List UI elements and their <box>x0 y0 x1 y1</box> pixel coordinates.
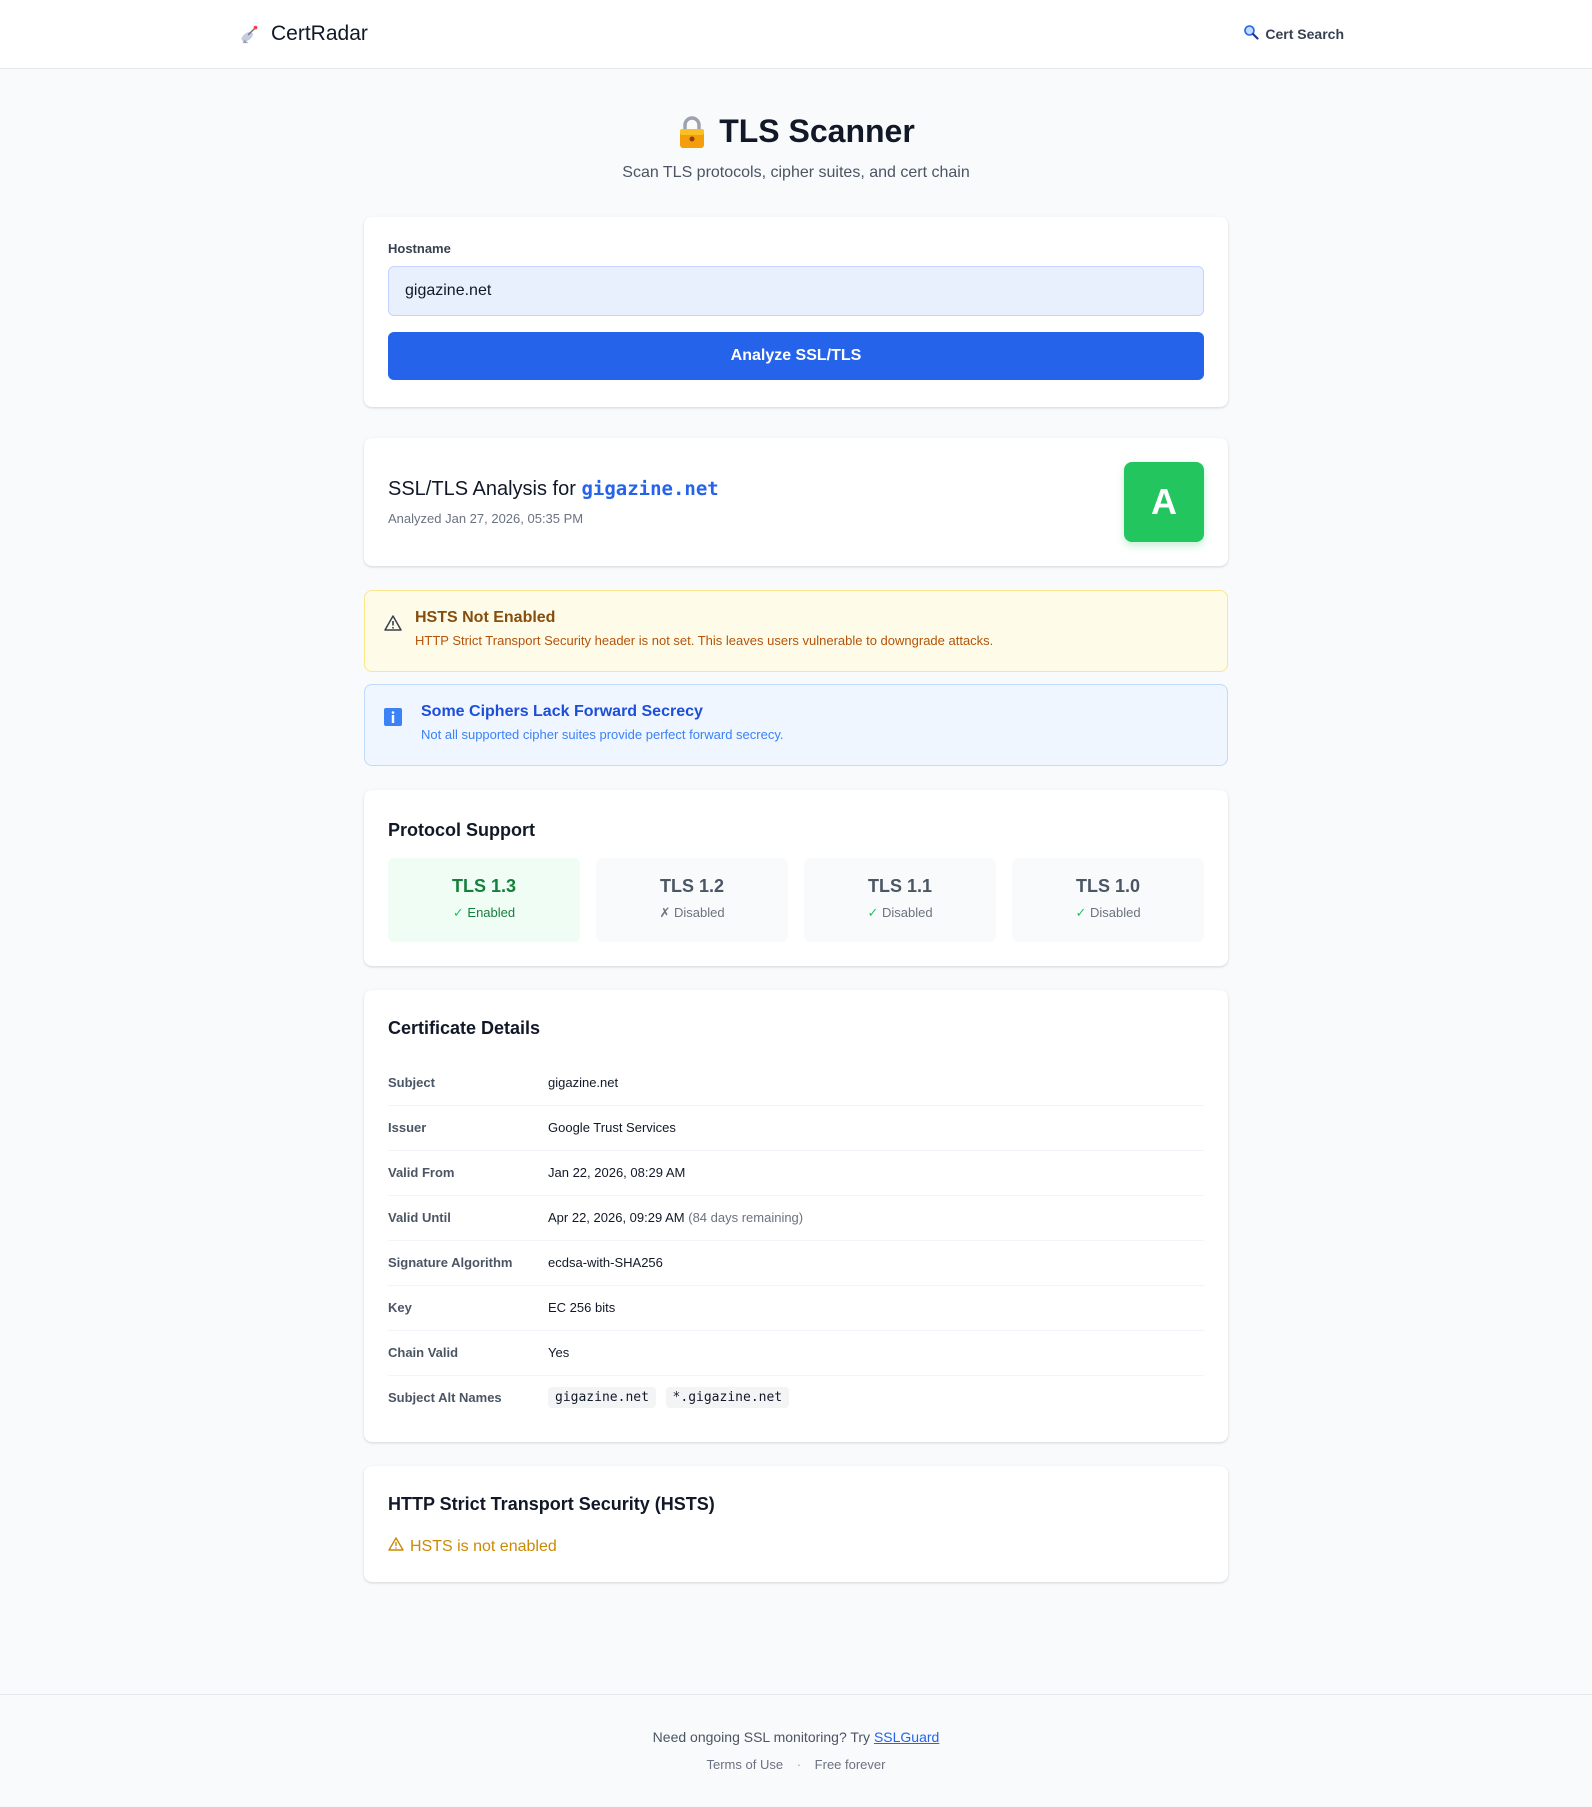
magnifier-icon <box>1243 24 1260 43</box>
hsts-card: HTTP Strict Transport Security (HSTS) HS… <box>364 1466 1228 1582</box>
cert-issuer-value: Google Trust Services <box>548 1105 1204 1151</box>
alert-title: Some Ciphers Lack Forward Secrecy <box>421 703 703 720</box>
cert-key-value: EC 256 bits <box>548 1285 1204 1331</box>
protocol-status-text: Enabled <box>467 905 516 920</box>
protocol-status: ✗ Disabled <box>596 905 788 921</box>
cert-field-label: Subject Alt Names <box>388 1390 502 1406</box>
cert-field-label: Signature Algorithm <box>388 1240 548 1286</box>
cert-subject-value: gigazine.net <box>548 1060 1204 1106</box>
cert-field-label: Issuer <box>388 1105 548 1151</box>
protocol-tls13: TLS 1.3 ✓ Enabled <box>388 858 580 942</box>
footer-promo: Need ongoing SSL monitoring? Try SSLGuar… <box>0 1729 1592 1745</box>
brand-name: CertRadar <box>271 22 368 45</box>
protocol-tls11: TLS 1.1 ✓ Disabled <box>804 858 996 942</box>
hsts-status: HSTS is not enabled <box>388 1536 557 1557</box>
check-icon: ✓ <box>1075 905 1087 920</box>
table-row: Valid Until Apr 22, 2026, 09:29 AM (84 d… <box>388 1195 1204 1241</box>
analysis-timestamp: Analyzed Jan 27, 2026, 05:35 PM <box>388 511 584 526</box>
hostname-label: Hostname <box>388 241 451 256</box>
protocol-tls10: TLS 1.0 ✓ Disabled <box>1012 858 1204 942</box>
certificate-details-table: Subject gigazine.net Issuer Google Trust… <box>388 1060 1204 1420</box>
cert-sans-cell: gigazine.net *.gigazine.net <box>548 1375 1204 1420</box>
san-chip: gigazine.net <box>548 1387 656 1409</box>
protocol-name: TLS 1.3 <box>451 876 517 896</box>
cert-valid-until-cell: Apr 22, 2026, 09:29 AM (84 days remainin… <box>548 1195 1204 1241</box>
cert-field-label: Chain Valid <box>388 1330 548 1376</box>
hsts-status-text: HSTS is not enabled <box>410 1537 557 1555</box>
footer-separator: · <box>796 1757 802 1772</box>
days-remaining-note: (84 days remaining) <box>688 1210 804 1225</box>
lock-icon <box>677 115 707 149</box>
forward-secrecy-info-alert: Some Ciphers Lack Forward Secrecy Not al… <box>364 684 1228 766</box>
cert-chain-valid-value: Yes <box>548 1330 1204 1376</box>
page-title-text: TLS Scanner <box>719 113 915 149</box>
nav-cert-search-link[interactable]: Cert Search <box>1243 24 1344 43</box>
table-row: Valid From Jan 22, 2026, 08:29 AM <box>388 1150 1204 1196</box>
table-row: Signature Algorithm ecdsa-with-SHA256 <box>388 1240 1204 1286</box>
nav-cert-search-label: Cert Search <box>1265 25 1344 42</box>
analysis-summary-card: SSL/TLS Analysis for gigazine.net Analyz… <box>364 438 1228 566</box>
protocol-support-title: Protocol Support <box>388 820 535 840</box>
check-icon: ✓ <box>867 905 879 920</box>
certificate-details-card: Certificate Details Subject gigazine.net… <box>364 990 1228 1442</box>
check-icon: ✓ <box>452 905 464 920</box>
cert-field-label: Valid From <box>388 1150 548 1196</box>
table-row: Subject Alt Names gigazine.net *.gigazin… <box>388 1375 1204 1420</box>
alert-title: HSTS Not Enabled <box>415 609 556 626</box>
scan-form-card: Hostname Analyze SSL/TLS <box>364 217 1228 407</box>
protocol-status: ✓ Disabled <box>804 905 996 921</box>
analysis-title-prefix: SSL/TLS Analysis for <box>388 478 576 500</box>
hostname-input[interactable] <box>388 266 1204 316</box>
page-footer: Need ongoing SSL monitoring? Try SSLGuar… <box>0 1694 1592 1807</box>
cert-valid-from-value: Jan 22, 2026, 08:29 AM <box>548 1150 1204 1196</box>
info-icon <box>383 707 403 727</box>
table-row: Subject gigazine.net <box>388 1060 1204 1106</box>
page-subtitle: Scan TLS protocols, cipher suites, and c… <box>622 163 970 181</box>
table-row: Chain Valid Yes <box>388 1330 1204 1376</box>
free-forever-text: Free forever <box>814 1757 886 1772</box>
analyze-button[interactable]: Analyze SSL/TLS <box>388 332 1204 380</box>
certificate-details-title: Certificate Details <box>388 1018 541 1038</box>
satellite-dish-icon <box>239 23 261 45</box>
protocol-support-card: Protocol Support TLS 1.3 ✓ Enabled TLS 1… <box>364 790 1228 966</box>
page-hero: TLS Scanner Scan TLS protocols, cipher s… <box>0 113 1592 182</box>
grade-badge: A <box>1124 462 1204 542</box>
protocol-name: TLS 1.2 <box>659 876 725 896</box>
protocol-status-text: Disabled <box>881 905 933 920</box>
sslguard-link[interactable]: SSLGuard <box>874 1729 939 1745</box>
protocol-name: TLS 1.1 <box>867 876 933 896</box>
protocol-status-text: Disabled <box>673 905 725 920</box>
analysis-title: SSL/TLS Analysis for gigazine.net <box>388 478 719 501</box>
protocol-status: ✓ Disabled <box>1012 905 1204 921</box>
cert-field-label: Key <box>388 1285 548 1331</box>
cert-signature-algorithm-value: ecdsa-with-SHA256 <box>548 1240 1204 1286</box>
warning-triangle-icon <box>383 613 403 633</box>
footer-links: Terms of Use · Free forever <box>0 1757 1592 1772</box>
analysis-hostname: gigazine.net <box>581 478 719 500</box>
hsts-warning-alert: HSTS Not Enabled HTTP Strict Transport S… <box>364 590 1228 672</box>
hsts-title: HTTP Strict Transport Security (HSTS) <box>388 1494 715 1514</box>
protocol-name: TLS 1.0 <box>1075 876 1141 896</box>
cert-field-label: Valid Until <box>388 1195 548 1241</box>
protocol-tls12: TLS 1.2 ✗ Disabled <box>596 858 788 942</box>
cross-icon: ✗ <box>659 905 671 920</box>
table-row: Issuer Google Trust Services <box>388 1105 1204 1151</box>
cert-valid-until-value: Apr 22, 2026, 09:29 AM <box>548 1210 685 1225</box>
brand-logo-link[interactable]: CertRadar <box>239 22 368 46</box>
protocol-status-text: Disabled <box>1089 905 1141 920</box>
protocol-status: ✓ Enabled <box>388 905 580 921</box>
warning-triangle-icon <box>388 1536 404 1557</box>
top-nav-bar: CertRadar Cert Search <box>0 0 1592 69</box>
table-row: Key EC 256 bits <box>388 1285 1204 1331</box>
page-title: TLS Scanner <box>677 113 915 150</box>
footer-promo-text: Need ongoing SSL monitoring? Try <box>652 1729 871 1745</box>
alert-description: HTTP Strict Transport Security header is… <box>415 633 994 648</box>
cert-field-label: Subject <box>388 1060 548 1106</box>
san-chip: *.gigazine.net <box>665 1387 790 1409</box>
protocol-grid: TLS 1.3 ✓ Enabled TLS 1.2 ✗ Disabled TLS… <box>388 858 1204 942</box>
alert-description: Not all supported cipher suites provide … <box>421 727 784 742</box>
terms-of-use-link[interactable]: Terms of Use <box>707 1757 784 1772</box>
